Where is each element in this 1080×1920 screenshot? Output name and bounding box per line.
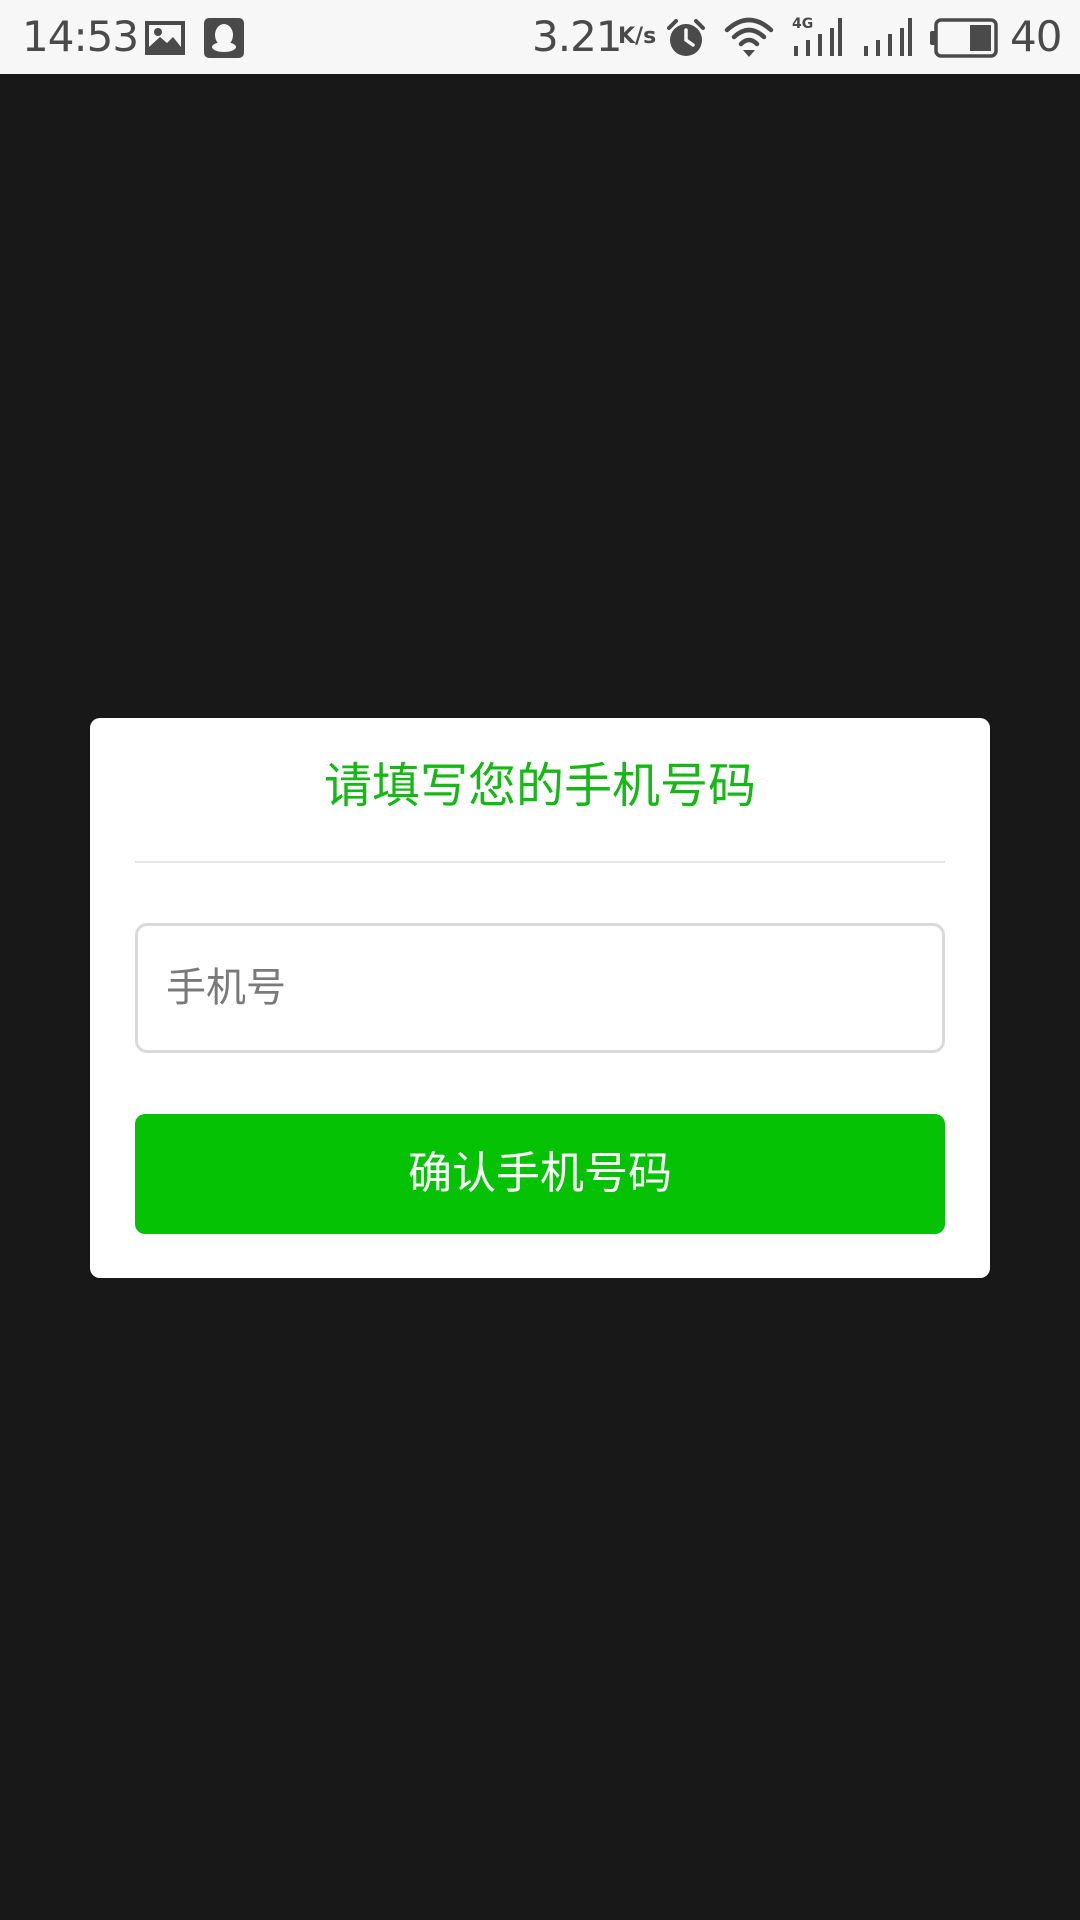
dialog-divider bbox=[135, 861, 945, 863]
phone-number-input[interactable] bbox=[135, 923, 945, 1053]
battery-level: 40 bbox=[1010, 12, 1062, 61]
signal-4g-icon: 4G bbox=[792, 16, 842, 56]
status-bar: 14:53 3.21 K/s 4G 40 bbox=[0, 0, 1080, 74]
svg-text:4G: 4G bbox=[792, 16, 813, 32]
network-speed-unit: K/s bbox=[618, 24, 657, 49]
dialog-title: 请填写您的手机号码 bbox=[323, 758, 756, 814]
status-time: 14:53 bbox=[22, 12, 139, 61]
phone-number-dialog: 请填写您的手机号码 确认手机号码 bbox=[90, 718, 990, 1278]
alarm-icon bbox=[667, 19, 705, 56]
battery-icon bbox=[930, 18, 998, 58]
confirm-phone-button[interactable]: 确认手机号码 bbox=[135, 1114, 945, 1234]
image-icon bbox=[145, 21, 185, 55]
qq-icon bbox=[204, 18, 244, 58]
wifi-icon bbox=[724, 17, 774, 57]
network-speed: 3.21 bbox=[532, 12, 623, 61]
signal-icon bbox=[864, 18, 912, 56]
